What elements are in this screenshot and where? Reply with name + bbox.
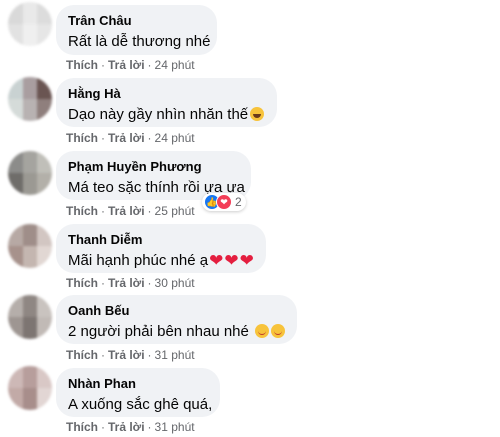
comment-actions: Thích · Trả lời · 24 phút [66,58,195,72]
reply-link[interactable]: Trả lời [108,58,145,72]
reaction-count: 2 [235,195,242,209]
separator: · [147,131,152,145]
commenter-name[interactable]: Nhàn Phan [68,376,208,392]
separator: · [147,276,152,290]
reaction-summary[interactable]: 👍 ❤ 2 [202,193,246,211]
heart-emoji-icon: ❤ [239,251,254,270]
smiling-face-emoji-icon [271,324,286,338]
reply-link[interactable]: Trả lời [108,276,145,290]
love-reaction-icon: ❤ [216,194,232,210]
comment-actions: Thích · Trả lời · 30 phút [66,276,195,290]
avatar[interactable] [8,151,52,195]
timestamp[interactable]: 24 phút [155,58,195,72]
reply-link[interactable]: Trả lời [108,420,145,434]
separator: · [147,420,152,434]
separator: · [101,204,105,218]
comment-actions: Thích · Trả lời · 25 phút [66,204,195,218]
comment-bubble: Thanh Diễm Mãi hạnh phúc nhé ạ❤❤❤ [56,224,266,273]
commenter-name[interactable]: Trân Châu [68,13,205,29]
comment-actions: Thích · Trả lời · 24 phút [66,131,195,145]
like-link[interactable]: Thích [66,348,98,362]
timestamp[interactable]: 30 phút [155,276,195,290]
reply-link[interactable]: Trả lời [108,131,145,145]
timestamp[interactable]: 25 phút [155,204,195,218]
separator: · [147,204,152,218]
commenter-name[interactable]: Phạm Huyền Phương [68,159,239,175]
commenter-name[interactable]: Hằng Hà [68,86,265,102]
laughing-emoji-icon [250,107,265,121]
like-link[interactable]: Thích [66,420,98,434]
comment-text: Rất là dễ thương nhé [68,33,211,50]
heart-emoji-icon: ❤ [209,251,224,270]
reply-link[interactable]: Trả lời [108,204,145,218]
comment-text: 2 người phải bên nhau nhé [68,322,286,342]
commenter-name[interactable]: Oanh Bếu [68,303,285,319]
like-link[interactable]: Thích [66,58,98,72]
comment-text: Dạo này gầy nhìn nhăn thế [68,105,265,125]
comment-text: Mãi hạnh phúc nhé ạ❤❤❤ [68,251,254,270]
comment-bubble: Hằng Hà Dạo này gầy nhìn nhăn thế [56,78,277,127]
separator: · [101,276,105,290]
comment-bubble: Nhàn Phan A xuống sắc ghê quá, [56,368,220,417]
smiling-face-emoji-icon [255,324,270,338]
separator: · [101,420,105,434]
timestamp[interactable]: 31 phút [155,348,195,362]
separator: · [101,58,105,72]
avatar[interactable] [8,224,52,268]
timestamp[interactable]: 24 phút [155,131,195,145]
reply-link[interactable]: Trả lời [108,348,145,362]
comment-actions: Thích · Trả lời · 31 phút [66,348,195,362]
heart-emoji-icon: ❤ [224,251,239,270]
timestamp[interactable]: 31 phút [155,420,195,434]
avatar[interactable] [8,295,52,339]
separator: · [101,131,105,145]
like-link[interactable]: Thích [66,204,98,218]
avatar[interactable] [8,366,52,410]
avatar[interactable] [8,2,52,46]
comment-bubble: Oanh Bếu 2 người phải bên nhau nhé [56,295,297,344]
like-link[interactable]: Thích [66,276,98,290]
comment-actions: Thích · Trả lời · 31 phút [66,420,195,434]
separator: · [101,348,105,362]
commenter-name[interactable]: Thanh Diễm [68,232,254,248]
comment-text: A xuống sắc ghê quá, [68,396,213,413]
separator: · [147,58,152,72]
separator: · [147,348,152,362]
avatar[interactable] [8,77,52,121]
like-link[interactable]: Thích [66,131,98,145]
comment-bubble: Trân Châu Rất là dễ thương nhé [56,5,217,55]
